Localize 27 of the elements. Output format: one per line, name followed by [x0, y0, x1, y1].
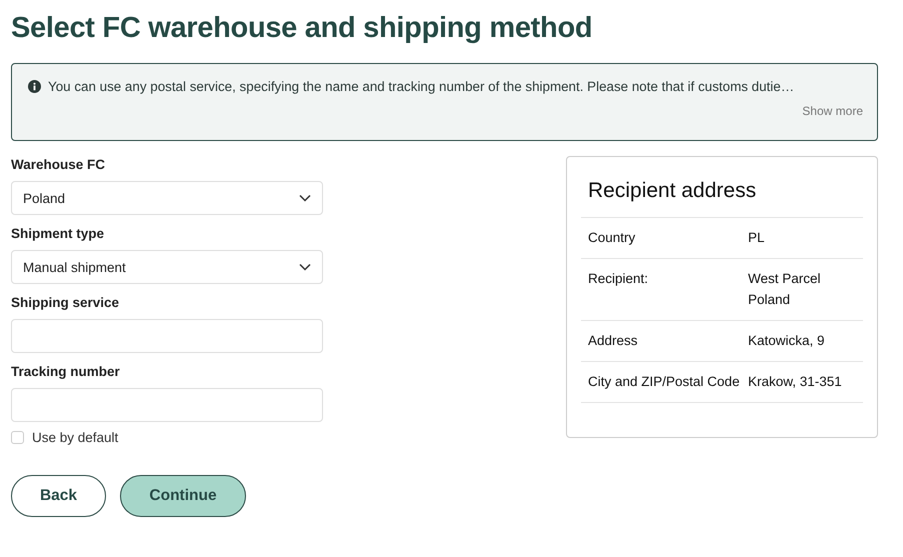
row-label: Country: [588, 229, 636, 247]
checkbox-square[interactable]: [11, 431, 24, 444]
row-label: Address: [588, 332, 639, 350]
dropdown[interactable]: Manual shipment: [11, 250, 323, 284]
chevron-down-icon: [299, 194, 311, 202]
row-value: West Parcel Poland: [748, 270, 822, 309]
row-value: Katowicka, 9: [748, 332, 826, 350]
info-icon: [28, 80, 41, 93]
field-label: Shipping service: [11, 295, 120, 310]
use-by-default-checkbox[interactable]: Use by default: [11, 430, 323, 445]
row-value: Krakow, 31-351: [748, 373, 843, 391]
field-label: Shipment type: [11, 226, 106, 241]
row-label: City and ZIP/Postal Code: [588, 373, 741, 391]
card-title: Recipient address: [588, 179, 758, 203]
row-label: Recipient:: [588, 270, 650, 288]
show-more-link[interactable]: Show more: [802, 104, 863, 118]
notice-text: You can use any postal service, specifying the name and tracking number of the shipment. Please note that if customs dutie…: [48, 79, 794, 94]
chevron-down-icon: [299, 263, 311, 271]
field-label: Warehouse FC: [11, 157, 106, 172]
field-label: Tracking number: [11, 364, 121, 379]
dropdown[interactable]: Poland: [11, 181, 323, 215]
input-field[interactable]: [11, 319, 323, 353]
row-value: PL: [748, 229, 766, 247]
back-button[interactable]: Back: [11, 475, 106, 517]
continue-button[interactable]: Continue: [120, 475, 246, 517]
input-field[interactable]: [11, 388, 323, 422]
page-title: Select FC warehouse and shipping method: [11, 12, 594, 45]
